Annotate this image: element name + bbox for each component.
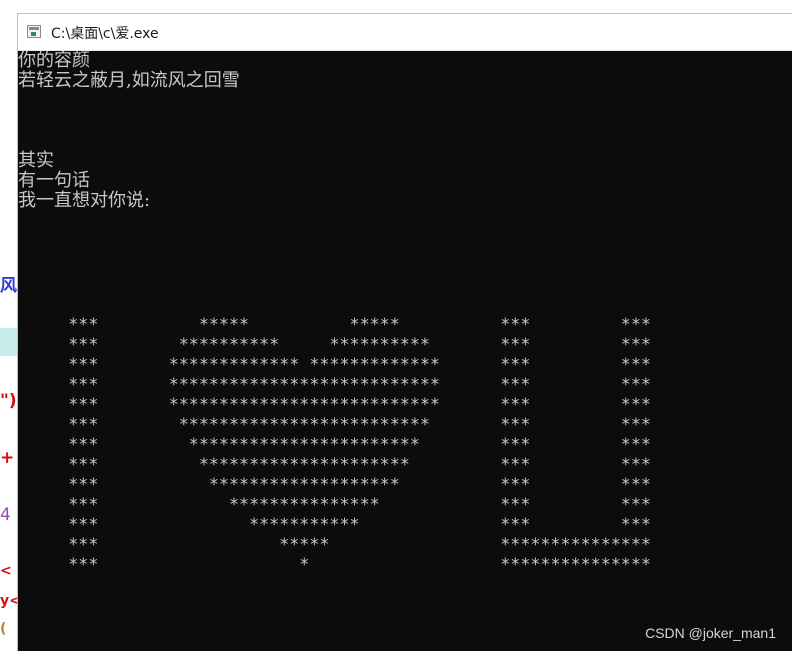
editor-highlight-line [0, 328, 18, 356]
console-window[interactable]: C:\桌面\c\爱.exe 你的容颜 若轻云之蔽月,如流风之回雪 其实 有一句话… [18, 14, 792, 651]
console-output[interactable]: 你的容颜 若轻云之蔽月,如流风之回雪 其实 有一句话 我一直想对你说: *** … [18, 51, 792, 651]
editor-fragment: ") [0, 391, 17, 411]
console-app-icon[interactable] [27, 25, 41, 38]
ascii-art-row: *** ************************* *** *** [18, 414, 651, 434]
ascii-art-row: *** *************** *** *** [18, 494, 651, 514]
window-titlebar[interactable]: C:\桌面\c\爱.exe [18, 14, 792, 51]
background-editor-strip: 风 ") + 4 . < y< ( [0, 0, 18, 651]
ascii-art-row: *** *********** *** *** [18, 514, 651, 534]
console-line: 我一直想对你说: [18, 190, 151, 211]
console-line: 其实 [18, 150, 54, 171]
editor-fragment: y< [0, 593, 18, 609]
editor-fragment: < [0, 563, 12, 579]
ascii-art-i-love-u: *** ***** ***** *** *** *** ********** *… [18, 314, 651, 574]
ascii-art-row: *** ***** *************** [18, 534, 651, 554]
ascii-art-row: *** * *************** [18, 554, 651, 574]
console-line: 若轻云之蔽月,如流风之回雪 [18, 70, 240, 91]
editor-fragment: + [0, 448, 15, 468]
console-text-lines: 你的容颜 若轻云之蔽月,如流风之回雪 其实 有一句话 我一直想对你说: [18, 51, 240, 211]
console-line: 你的容颜 [18, 51, 90, 71]
editor-fragment: 4 . [0, 505, 18, 525]
ascii-art-row: *** *********************** *** *** [18, 434, 651, 454]
ascii-art-row: *** *************************** *** *** [18, 374, 651, 394]
window-title: C:\桌面\c\爱.exe [51, 26, 159, 42]
ascii-art-row: *** ************* ************* *** *** [18, 354, 651, 374]
ascii-art-row: *** ********** ********** *** *** [18, 334, 651, 354]
ascii-art-row: *** ***** ***** *** *** [18, 314, 651, 334]
editor-fragment: ( [0, 621, 7, 637]
editor-fragment: 风 [0, 276, 17, 296]
csdn-watermark: CSDN @joker_man1 [645, 625, 776, 641]
console-line: 有一句话 [18, 170, 90, 191]
ascii-art-row: *** ******************* *** *** [18, 474, 651, 494]
ascii-art-row: *** ********************* *** *** [18, 454, 651, 474]
ascii-art-row: *** *************************** *** *** [18, 394, 651, 414]
